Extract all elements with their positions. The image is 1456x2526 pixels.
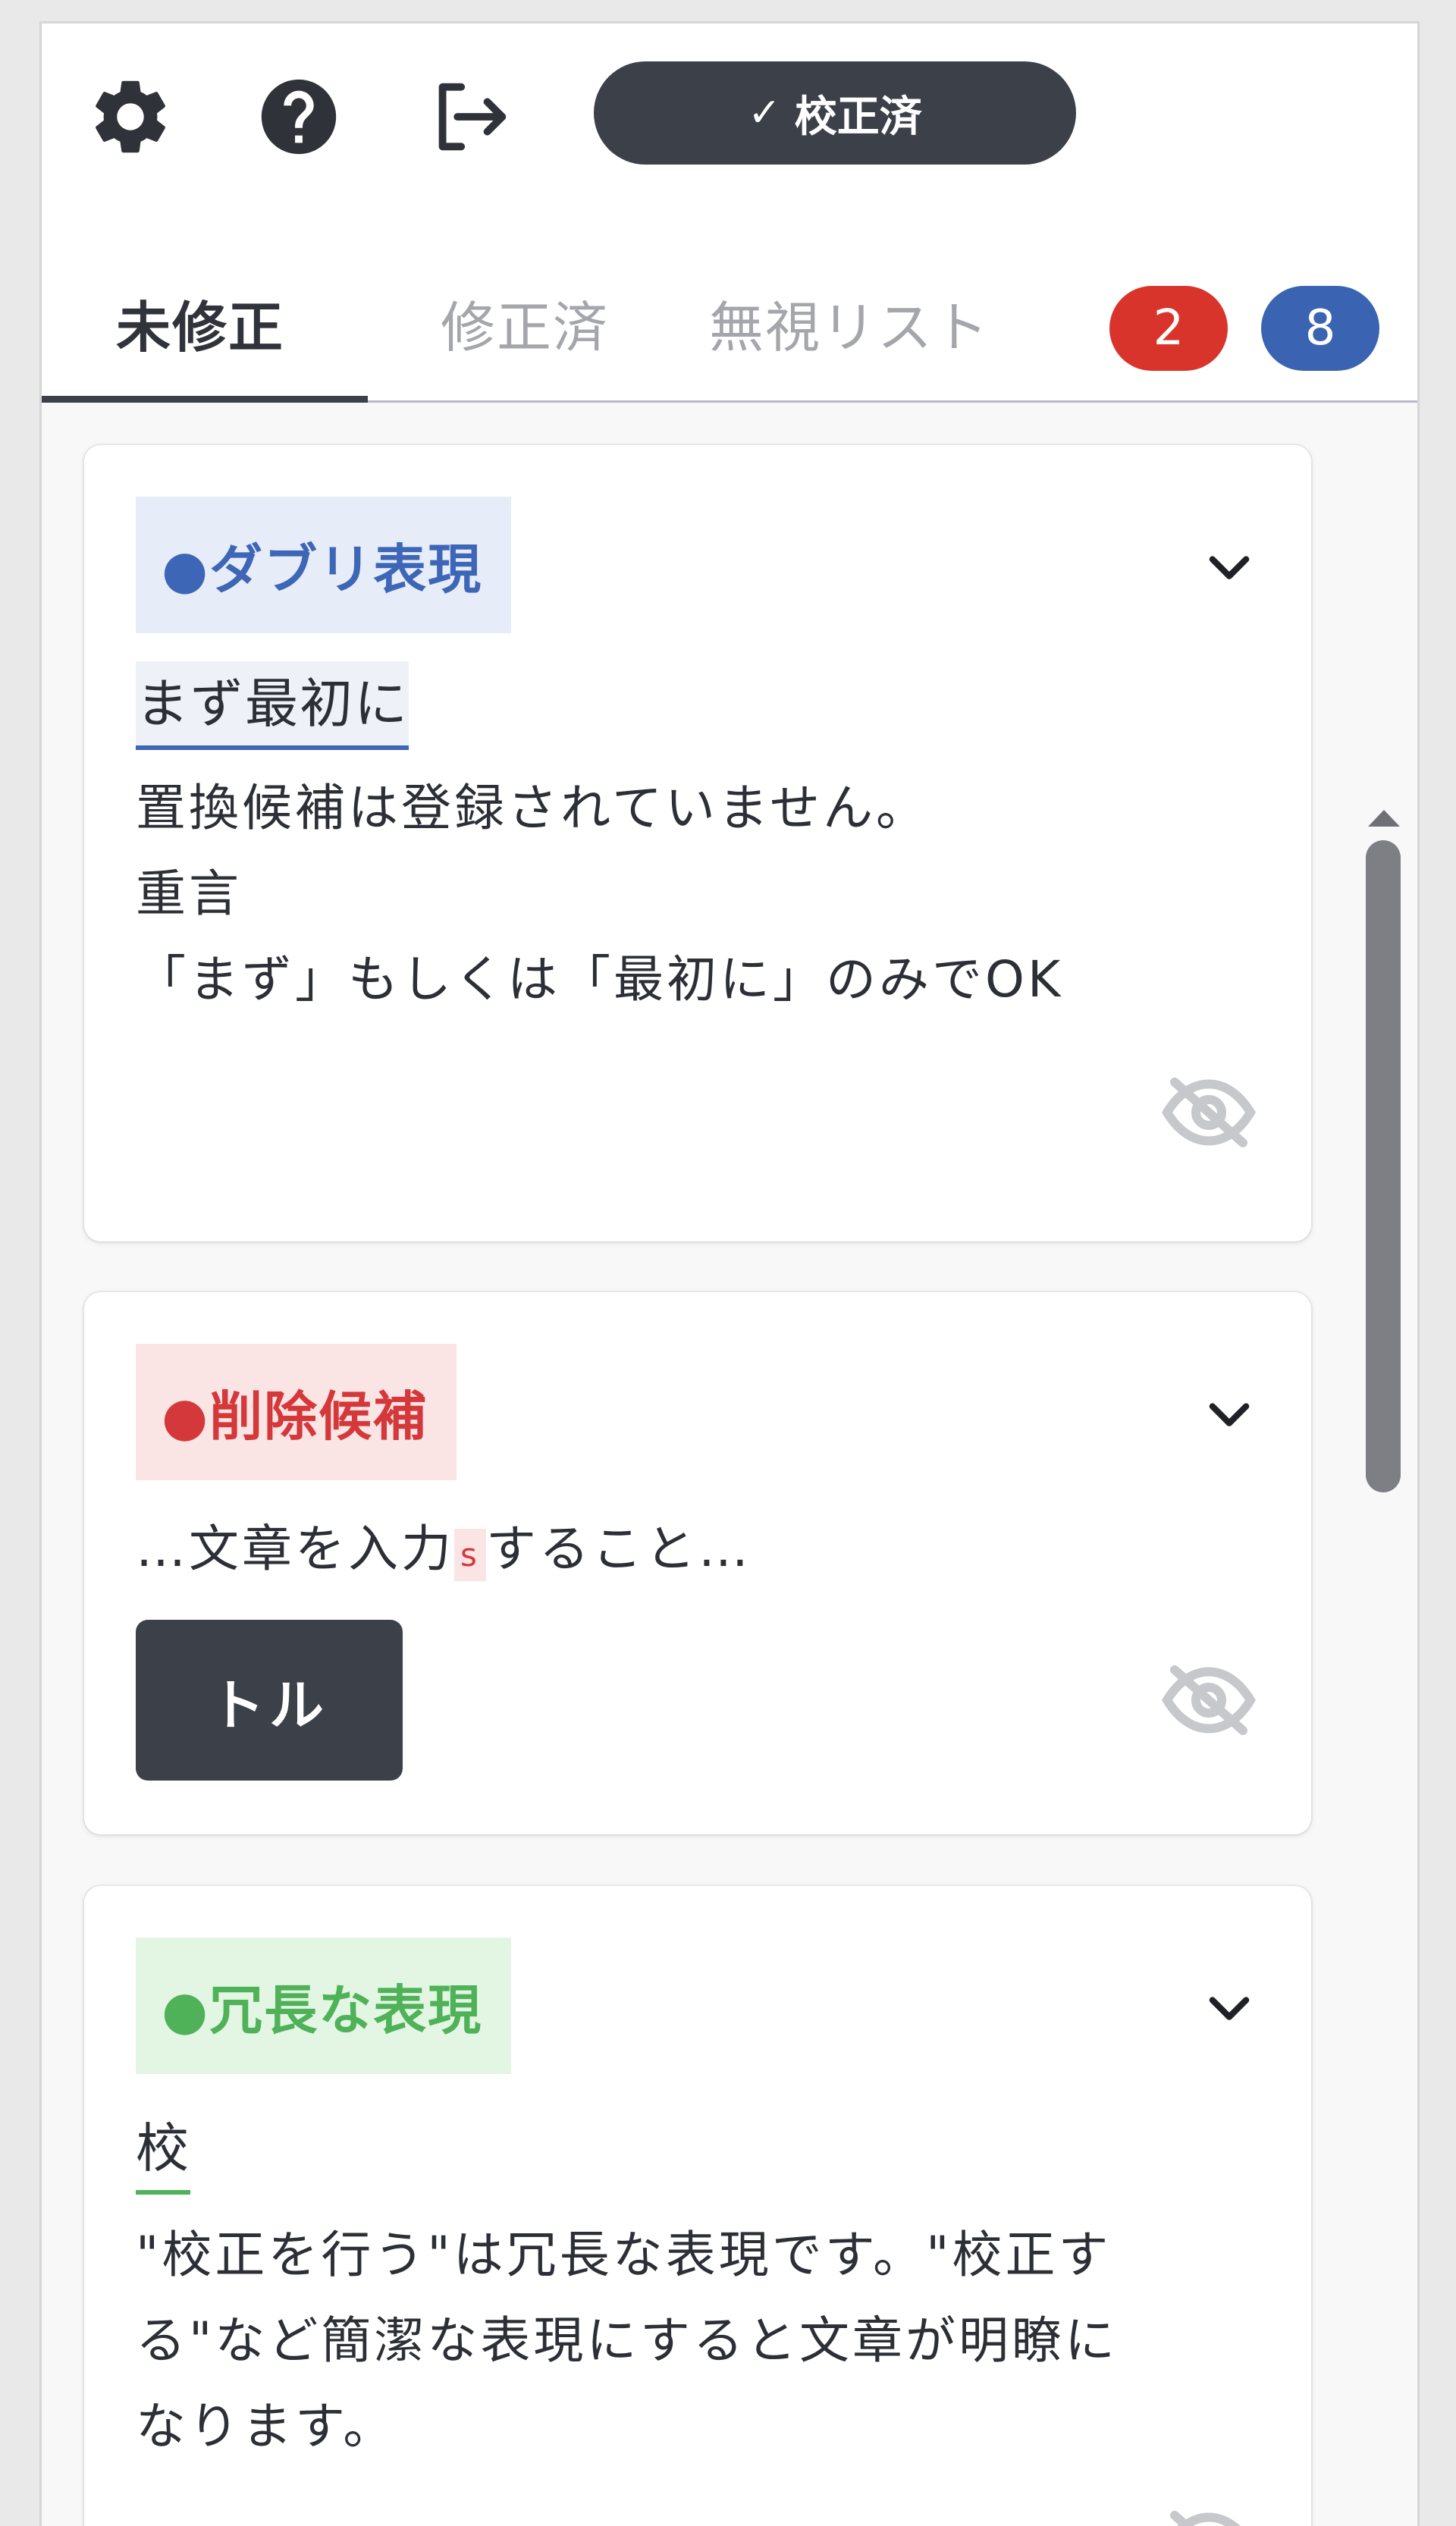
category-tag: ●削除候補 <box>136 1344 457 1480</box>
tab-ignore-list[interactable]: 無視リスト <box>709 283 990 362</box>
category-tag: ●ダブリ表現 <box>136 497 512 633</box>
flagged-phrase: 校 <box>136 2106 190 2195</box>
issue-card: ●ダブリ表現 まず最初に 置換候補は登録されていません。 重言 「まず」もしくは… <box>84 445 1311 1241</box>
proofread-status-button[interactable]: ✓ 校正済 <box>594 61 1076 165</box>
suggestion-line: 重言 <box>136 864 242 923</box>
scroll-up-arrow[interactable] <box>1365 807 1403 830</box>
issue-card: ●削除候補 …文章を入力 s すること… トル <box>84 1292 1311 1834</box>
issue-card: ●冗長な表現 校 "校正を行う"は冗長な表現です。"校正す る"など簡潔な表現に… <box>84 1886 1311 2526</box>
suggestion-line: 置換候補は登録されていません。 <box>136 779 930 837</box>
question-circle-icon[interactable] <box>249 67 348 166</box>
count-badge-blue: 8 <box>1261 286 1379 371</box>
flagged-phrase: まず最初に <box>136 661 409 750</box>
tab-fixed[interactable]: 修正済 <box>441 283 609 362</box>
eye-off-icon[interactable] <box>1159 2508 1258 2526</box>
proofreading-panel: ✓ 校正済 未修正 修正済 無視リスト 2 8 ●ダブリ表現 まず最初に 置換候… <box>39 21 1420 2526</box>
snippet-flagged-char: s <box>454 1529 486 1581</box>
suggestion-line: なります。 <box>136 2397 397 2455</box>
issue-list[interactable]: ●ダブリ表現 まず最初に 置換候補は登録されていません。 重言 「まず」もしくは… <box>42 405 1417 2526</box>
suggestion-text: 置換候補は登録されていません。 重言 「まず」もしくは「最初に」のみでOK <box>136 765 1266 1022</box>
replace-button[interactable]: トル <box>136 1620 403 1781</box>
status-label: 校正済 <box>794 92 922 142</box>
active-tab-indicator <box>42 396 368 403</box>
tab-unfixed[interactable]: 未修正 <box>116 283 284 362</box>
chevron-down-icon[interactable] <box>1200 538 1258 595</box>
chevron-down-icon[interactable] <box>1200 1978 1258 2036</box>
scrollbar-thumb[interactable] <box>1366 840 1401 1492</box>
logout-icon[interactable] <box>419 67 518 166</box>
eye-off-icon[interactable] <box>1159 1662 1258 1738</box>
suggestion-text: "校正を行う"は冗長な表現です。"校正す る"など簡潔な表現にすると文章が明瞭に… <box>136 2212 1266 2469</box>
gear-icon[interactable] <box>81 67 180 166</box>
category-tag: ●冗長な表現 <box>136 1938 512 2074</box>
chevron-down-icon[interactable] <box>1200 1385 1258 1442</box>
eye-off-icon[interactable] <box>1159 1075 1258 1150</box>
suggestion-line: 「まず」もしくは「最初に」のみでOK <box>136 950 1064 1009</box>
context-snippet: …文章を入力 s すること… <box>136 1508 752 1581</box>
snippet-before: …文章を入力 <box>136 1520 454 1578</box>
snippet-after: すること… <box>485 1520 752 1578</box>
suggestion-line: る"など簡潔な表現にすると文章が明瞭に <box>136 2311 1119 2370</box>
count-badge-red: 2 <box>1109 286 1228 371</box>
toolbar: ✓ 校正済 <box>42 24 1417 213</box>
check-icon: ✓ <box>748 90 781 136</box>
tab-bar: 未修正 修正済 無視リスト 2 8 <box>42 213 1417 403</box>
suggestion-line: "校正を行う"は冗長な表現です。"校正す <box>136 2226 1112 2284</box>
